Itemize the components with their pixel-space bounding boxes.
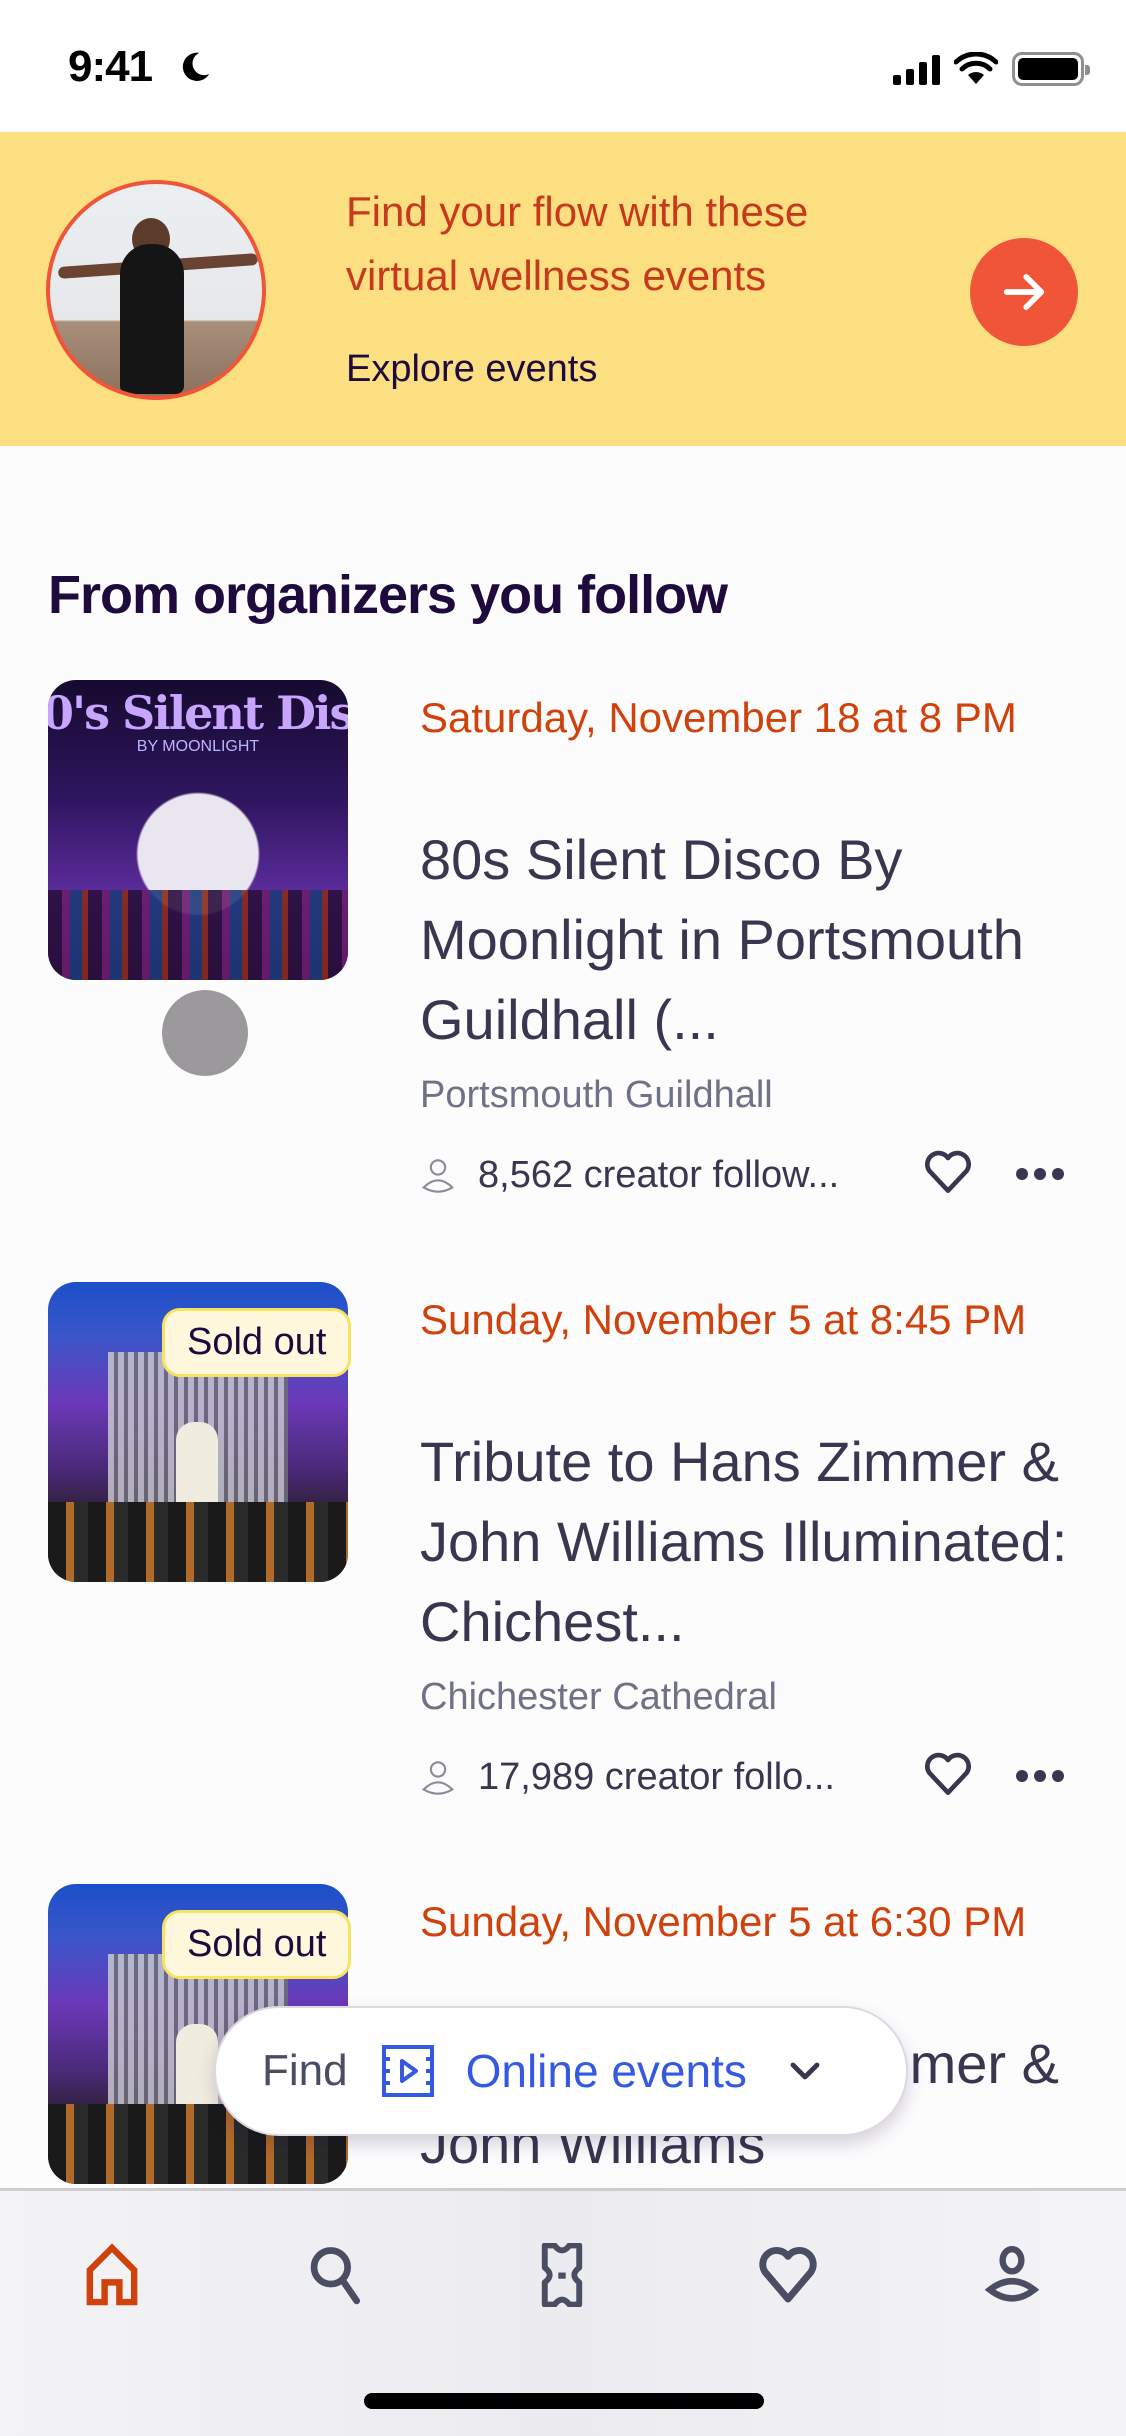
wifi-icon bbox=[954, 52, 998, 84]
tab-search[interactable] bbox=[296, 2235, 376, 2315]
promo-arrow-button[interactable] bbox=[970, 238, 1078, 346]
promo-image bbox=[46, 180, 266, 400]
sold-out-badge: Sold out bbox=[162, 1308, 352, 1377]
arrow-right-icon bbox=[1003, 274, 1045, 310]
heart-icon bbox=[759, 2247, 817, 2303]
event-date: Saturday, November 18 at 8 PM bbox=[420, 694, 1017, 741]
section-title: From organizers you follow bbox=[48, 565, 728, 625]
more-options-icon[interactable] bbox=[1012, 1756, 1068, 1796]
status-time: 9:41 bbox=[68, 42, 153, 91]
status-icons bbox=[893, 52, 1090, 86]
thumbnail-subtitle: BY MOONLIGHT bbox=[136, 738, 260, 755]
find-label: Find bbox=[262, 2046, 348, 2095]
touch-indicator bbox=[162, 990, 248, 1076]
online-events-label: Online events bbox=[465, 2045, 747, 2097]
battery-icon bbox=[1012, 52, 1090, 86]
event-venue: Portsmouth Guildhall bbox=[420, 1074, 773, 1116]
tab-tickets[interactable] bbox=[522, 2235, 602, 2315]
creator-followers: 17,989 creator follo... bbox=[478, 1756, 835, 1798]
event-date: Sunday, November 5 at 6:30 PM bbox=[420, 1898, 1027, 1945]
explore-events-link[interactable]: Explore events bbox=[346, 348, 597, 391]
home-icon bbox=[86, 2243, 138, 2306]
tab-home[interactable] bbox=[72, 2235, 152, 2315]
profile-icon bbox=[984, 2245, 1040, 2302]
person-icon bbox=[421, 1760, 455, 1795]
event-date: Sunday, November 5 at 8:45 PM bbox=[420, 1296, 1027, 1343]
cellular-signal-icon bbox=[893, 53, 940, 85]
event-venue: Chichester Cathedral bbox=[420, 1676, 777, 1718]
find-online-events-button[interactable]: Find Online events bbox=[214, 2006, 908, 2136]
thumbnail-title: 0's Silent Disc bbox=[48, 686, 348, 740]
heart-icon[interactable] bbox=[920, 1144, 976, 1200]
more-options-icon[interactable] bbox=[1012, 1154, 1068, 1194]
creator-followers: 8,562 creator follow... bbox=[478, 1154, 840, 1196]
promo-banner[interactable]: Find your flow with these virtual wellne… bbox=[0, 132, 1126, 446]
online-event-icon bbox=[381, 2045, 434, 2097]
event-title[interactable]: 80s Silent Disco By Moonlight in Portsmo… bbox=[420, 820, 1080, 1060]
sold-out-badge: Sold out bbox=[162, 1910, 352, 1979]
chevron-down-icon bbox=[790, 2062, 820, 2080]
person-icon bbox=[421, 1158, 455, 1193]
heart-icon[interactable] bbox=[920, 1746, 976, 1802]
event-thumbnail[interactable]: 0's Silent Disc BY MOONLIGHT bbox=[48, 680, 348, 980]
event-meta: 17,989 creator follo... bbox=[420, 1752, 1064, 1799]
moon-icon bbox=[182, 52, 210, 81]
ticket-icon bbox=[541, 2243, 583, 2307]
tab-profile[interactable] bbox=[972, 2235, 1052, 2315]
event-title[interactable]: Tribute to Hans Zimmer & John Williams I… bbox=[420, 1422, 1080, 1662]
home-indicator[interactable] bbox=[364, 2393, 764, 2409]
event-meta: 8,562 creator follow... bbox=[420, 1150, 1064, 1197]
tab-likes[interactable] bbox=[748, 2235, 828, 2315]
promo-title: Find your flow with these virtual wellne… bbox=[346, 188, 809, 299]
status-bar: 9:41 bbox=[0, 0, 1126, 132]
search-icon bbox=[310, 2247, 361, 2305]
